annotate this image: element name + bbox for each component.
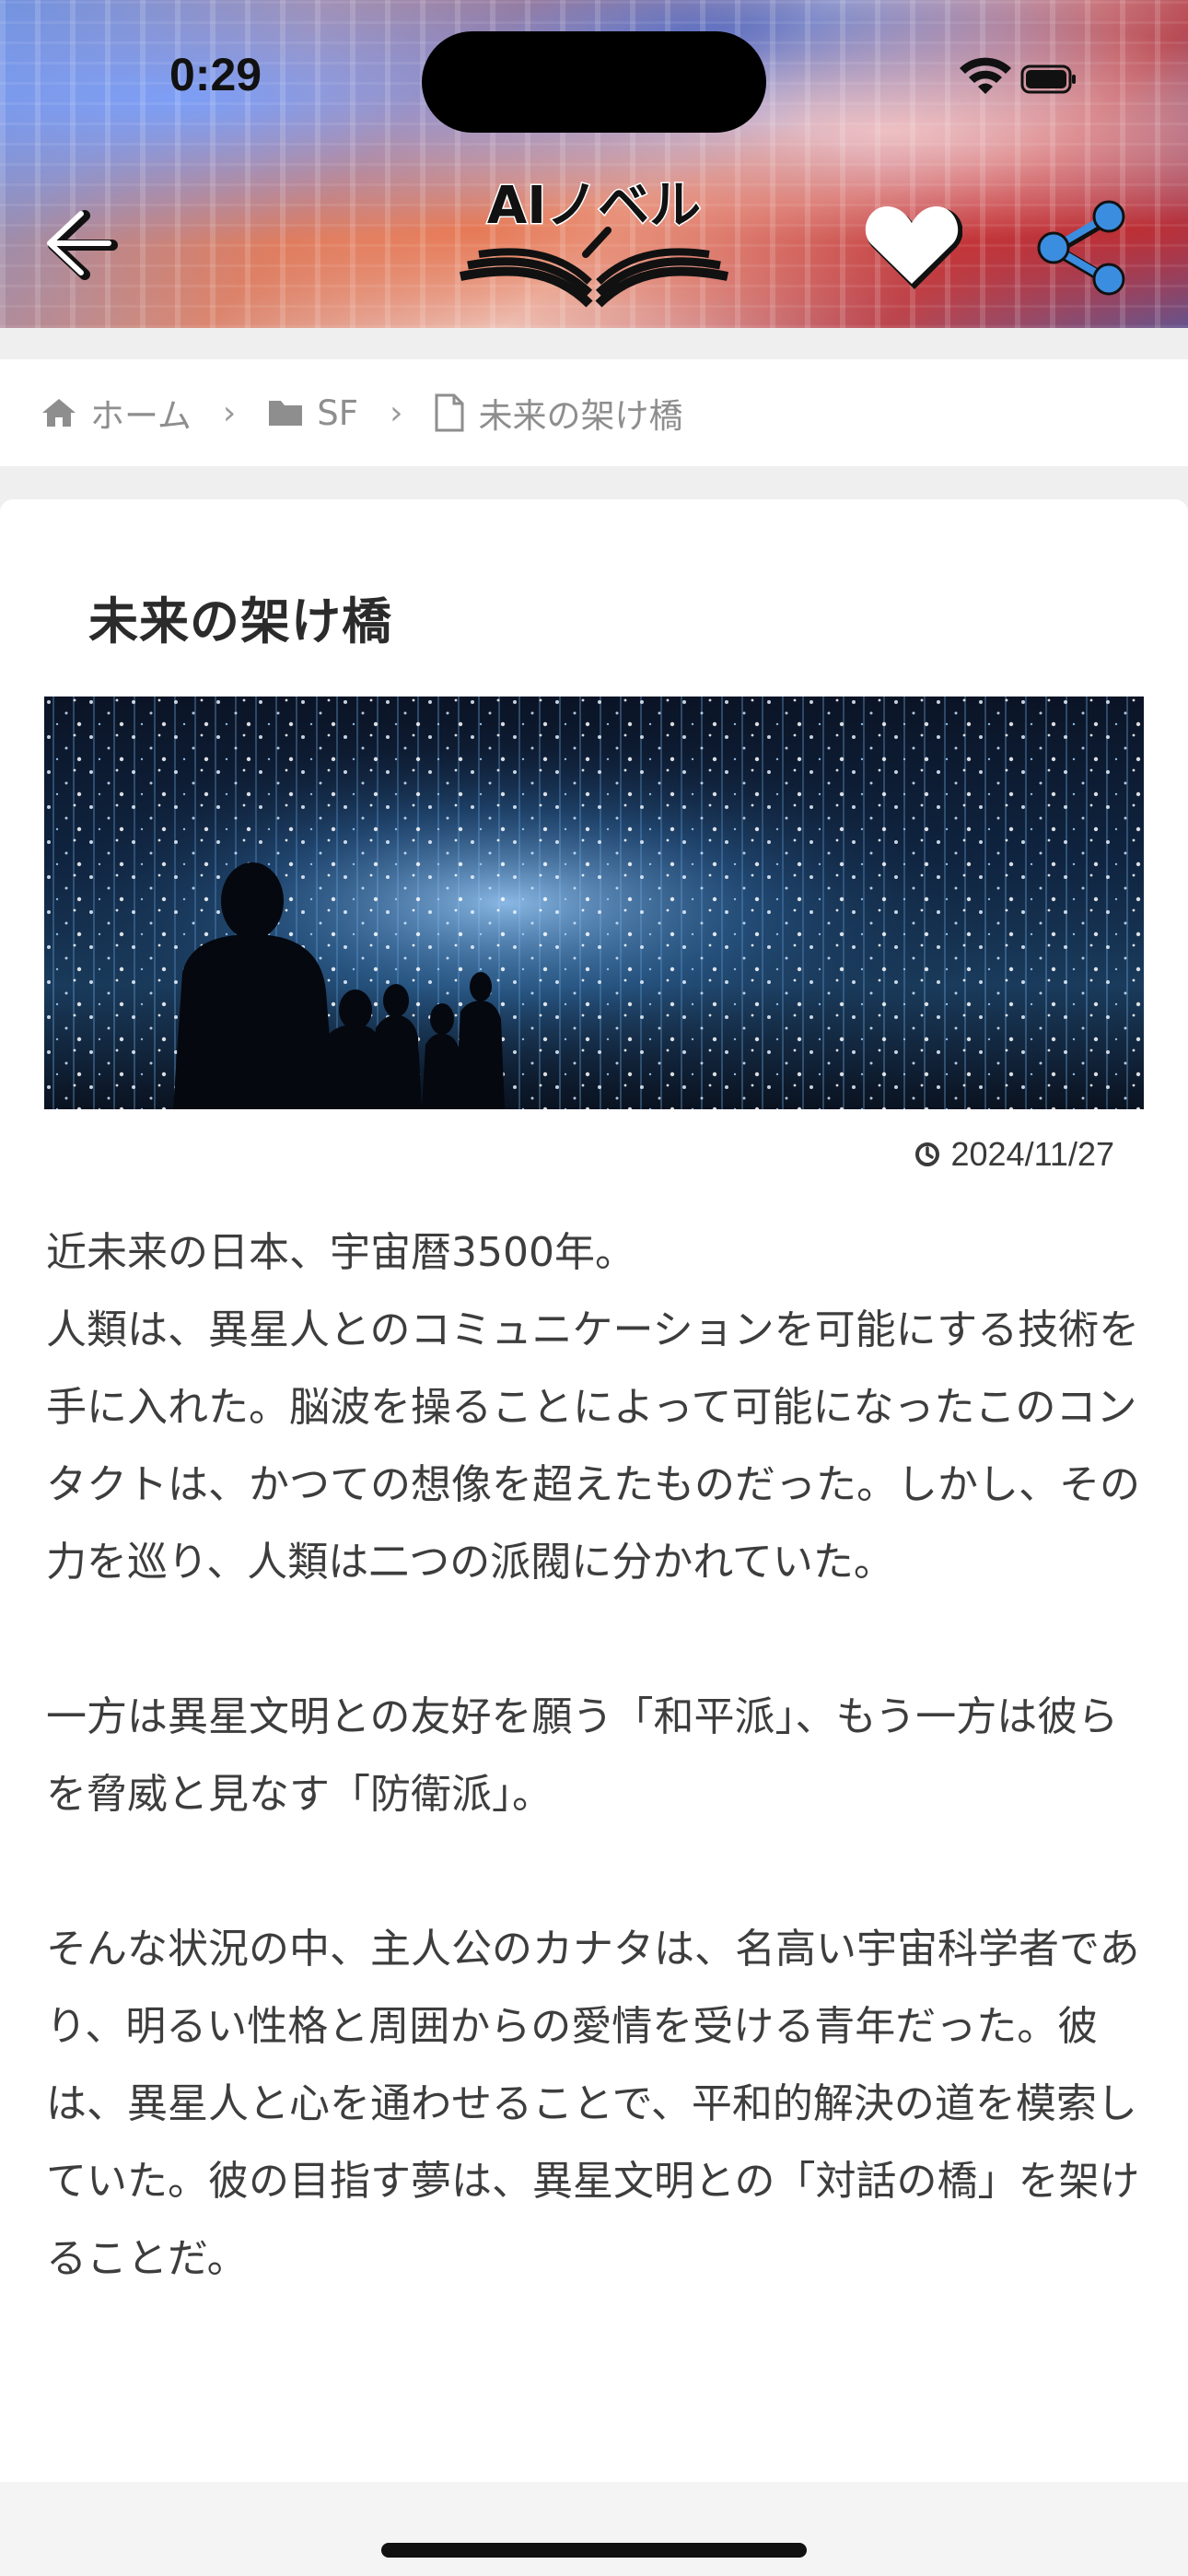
article-card: 未来の架け橋 2024/11/27 近未来の日本、宇宙暦3500年。 人類は、異… bbox=[0, 499, 1188, 2489]
back-arrow-icon bbox=[47, 210, 118, 280]
breadcrumb-separator: › bbox=[390, 393, 403, 432]
back-button[interactable] bbox=[37, 203, 120, 286]
home-indicator[interactable] bbox=[381, 2543, 807, 2558]
app-logo[interactable]: AIノベル bbox=[451, 166, 737, 313]
share-icon bbox=[1037, 200, 1125, 296]
breadcrumb: ホーム › SF › 未来の架け橋 bbox=[0, 359, 1188, 466]
article-paragraph: 一方は異星文明との友好を願う「和平派」、もう一方は彼らを脅威と見なす「防衛派」。 bbox=[46, 1693, 1119, 1818]
article-paragraph: 近未来の日本、宇宙暦3500年。 人類は、異星人とのコミュニケーションを可能にす… bbox=[46, 1229, 1140, 1586]
publish-date: 2024/11/27 bbox=[914, 1135, 1114, 1174]
favorite-button[interactable] bbox=[861, 201, 963, 293]
bottom-bar bbox=[0, 2482, 1188, 2576]
document-icon bbox=[435, 393, 464, 432]
status-time: 0:29 bbox=[169, 49, 262, 100]
header-banner: 0:29 AIノベル bbox=[0, 0, 1188, 328]
article-paragraph: そんな状況の中、主人公のカナタは、名高い宇宙科学者であり、明るい性格と周囲からの… bbox=[46, 1926, 1140, 2282]
book-logo-icon: AIノベル bbox=[460, 175, 728, 308]
breadcrumb-category[interactable]: SF bbox=[267, 393, 358, 433]
breadcrumb-home-label: ホーム bbox=[90, 396, 192, 436]
breadcrumb-current-label: 未来の架け橋 bbox=[478, 396, 683, 436]
folder-icon bbox=[269, 401, 303, 426]
share-button[interactable] bbox=[1031, 198, 1133, 299]
breadcrumb-current: 未来の架け橋 bbox=[434, 388, 682, 438]
breadcrumb-separator: › bbox=[222, 393, 237, 432]
battery-icon bbox=[1020, 64, 1076, 94]
heart-icon bbox=[865, 206, 963, 289]
page: 0:29 AIノベル ホーム › SF › 未来の架け橋 未来の架け橋 2024… bbox=[0, 0, 1188, 2576]
breadcrumb-category-label: SF bbox=[317, 392, 359, 433]
dynamic-island bbox=[422, 31, 766, 133]
article-title: 未来の架け橋 bbox=[88, 592, 392, 650]
logo-text: AIノベル bbox=[487, 176, 701, 236]
home-icon bbox=[42, 399, 76, 427]
wifi-icon bbox=[960, 57, 1011, 94]
article-body: 近未来の日本、宇宙暦3500年。 人類は、異星人とのコミュニケーションを可能にす… bbox=[46, 1214, 1151, 2375]
hero-illustration bbox=[44, 697, 1144, 1109]
breadcrumb-home[interactable]: ホーム bbox=[41, 388, 192, 438]
status-icons bbox=[958, 57, 1077, 107]
publish-date-text: 2024/11/27 bbox=[950, 1135, 1114, 1173]
clock-icon bbox=[915, 1142, 940, 1166]
hero-image bbox=[44, 697, 1144, 1109]
